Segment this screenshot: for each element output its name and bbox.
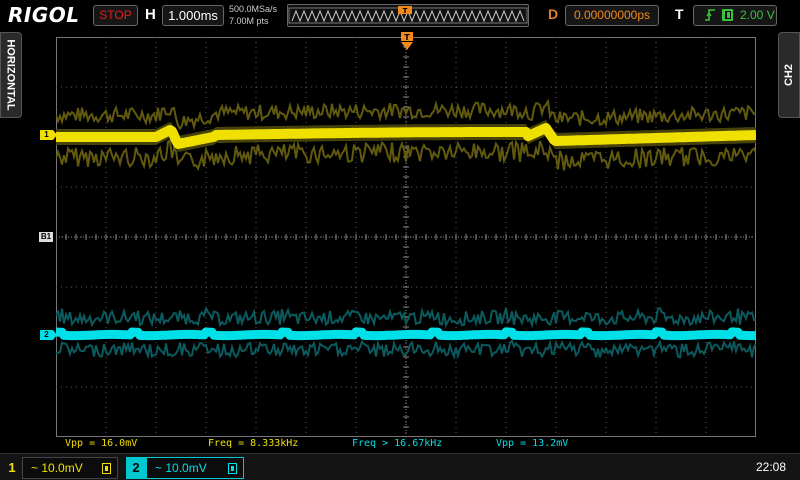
measurement-ch1-freq: Freq = 8.333kHz	[208, 438, 299, 449]
dc-coupling-icon	[722, 9, 733, 21]
svg-text:T: T	[404, 33, 410, 42]
memory-overview-bar[interactable]: T	[287, 4, 529, 27]
ch2-status[interactable]: 2 ~ 10.0mV	[126, 457, 244, 479]
delay-value[interactable]: 0.00000000ps	[565, 5, 659, 26]
bandwidth-limit-icon	[102, 463, 111, 474]
measurement-ch2-freq: Freq > 16.67kHz	[352, 438, 443, 449]
ch2-offset-marker[interactable]: 2	[40, 330, 57, 340]
ch1-scale: ~ 10.0mV	[31, 461, 83, 475]
bus1-marker[interactable]: B1	[39, 232, 53, 242]
ch1-offset-marker[interactable]: 1	[40, 130, 57, 140]
ch2-tab-label: CH2	[783, 63, 796, 87]
memory-overview-wave: T	[288, 6, 528, 24]
ch1-scale-box[interactable]: ~ 10.0mV	[22, 457, 118, 479]
ch2-scale: ~ 10.0mV	[155, 461, 207, 475]
horizontal-menu-tab[interactable]: HORIZONTAL	[0, 32, 22, 118]
trigger-position-marker[interactable]: T	[400, 32, 414, 54]
top-status-bar: RIGOL STOP H 1.000ms 500.0MSa/s 7.00M pt…	[0, 0, 800, 32]
channel-status-bar: 1 ~ 10.0mV 2 ~ 10.0mV 22:08	[0, 453, 800, 480]
waveform-canvas	[56, 37, 756, 437]
svg-text:T: T	[403, 7, 408, 15]
timebase-value[interactable]: 1.000ms	[162, 5, 224, 26]
brand-logo: RIGOL	[8, 3, 80, 27]
clock: 22:08	[756, 460, 787, 474]
bandwidth-limit-icon	[228, 463, 237, 474]
horizontal-label: H	[145, 6, 156, 23]
ch1-number: 1	[8, 460, 16, 475]
horizontal-tab-label: HORIZONTAL	[5, 39, 18, 111]
ch2-scale-box[interactable]: ~ 10.0mV	[146, 457, 244, 479]
ch2-menu-tab[interactable]: CH2	[778, 32, 800, 118]
measurement-ch2-vpp: Vpp = 13.2mV	[496, 438, 569, 449]
memory-depth: 7.00M pts	[229, 16, 269, 26]
ch1-status[interactable]: 1 ~ 10.0mV	[2, 457, 118, 479]
sample-rate: 500.0MSa/s	[229, 4, 278, 14]
trigger-label: T	[675, 6, 684, 22]
delay-label: D	[548, 6, 559, 22]
trigger-level: 2.00 V	[740, 8, 775, 22]
ch2-waveform	[56, 327, 756, 341]
waveform-display[interactable]	[56, 37, 756, 437]
run-stop-status[interactable]: STOP	[93, 5, 138, 26]
ch2-number: 2	[126, 457, 146, 479]
measurement-ch1-vpp: Vpp = 16.0mV	[65, 438, 138, 449]
rising-edge-icon	[705, 9, 715, 21]
